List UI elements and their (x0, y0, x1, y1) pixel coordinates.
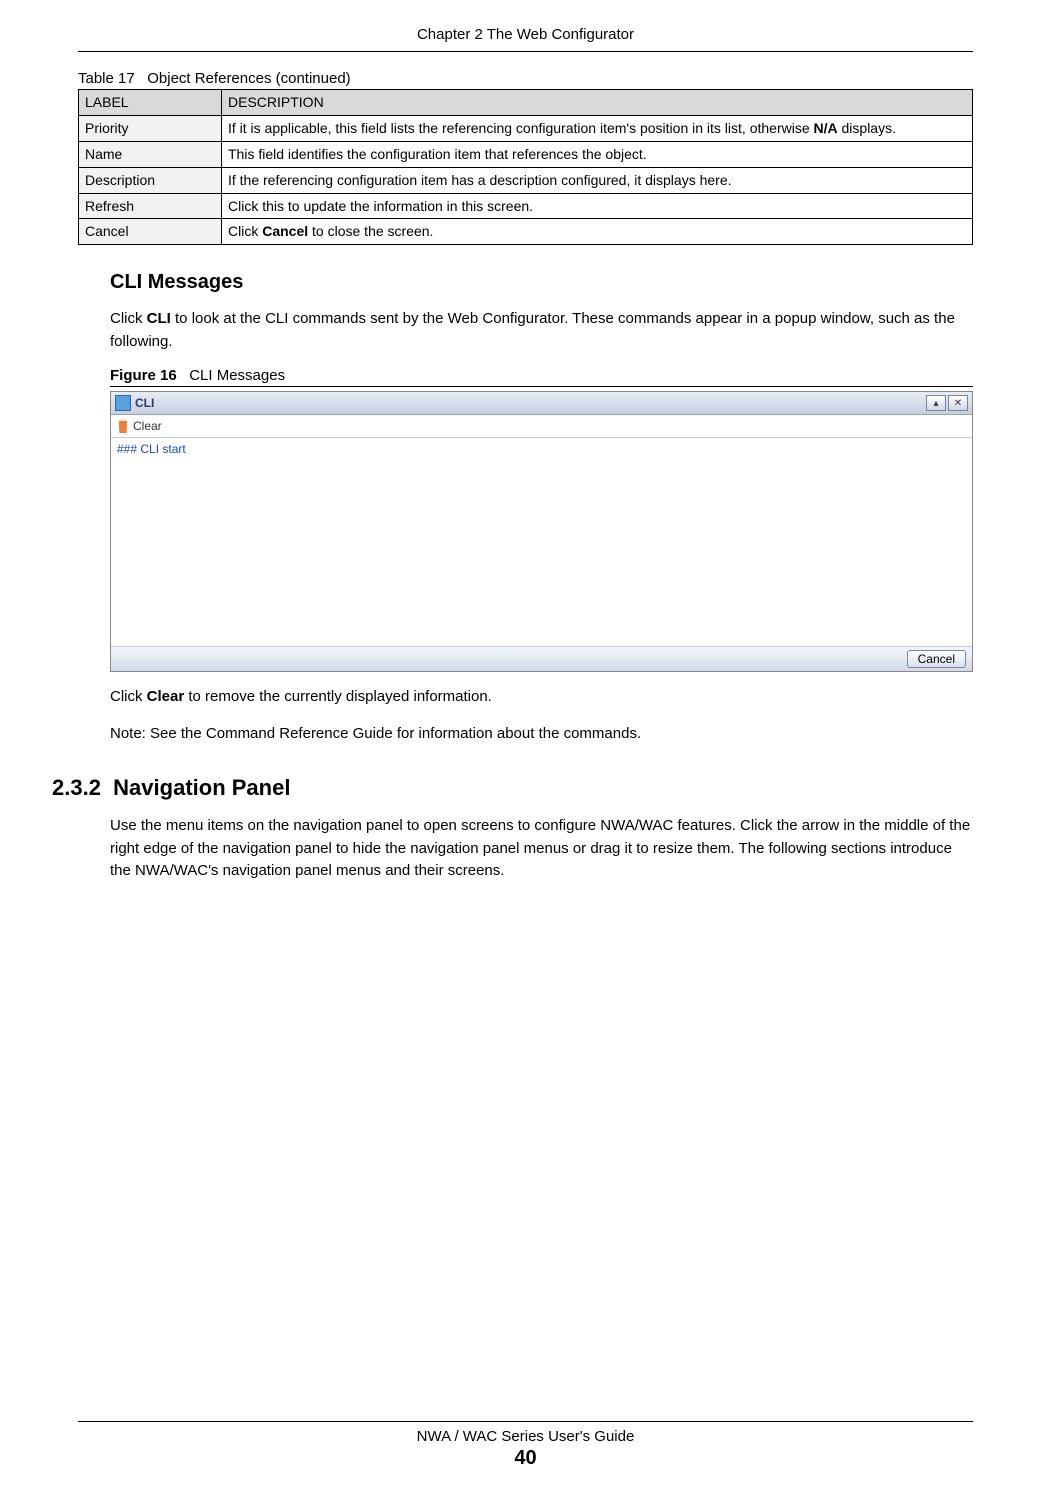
nav-section-paragraph: Use the menu items on the navigation pan… (110, 815, 973, 883)
cli-titlebar: CLI ▴ ✕ (111, 392, 972, 415)
table-row: Description If the referencing configura… (79, 167, 973, 193)
cell-description: If it is applicable, this field lists th… (222, 115, 973, 141)
cli-clear-button[interactable]: Clear (111, 415, 972, 438)
footer-title: NWA / WAC Series User's Guide (0, 1428, 1051, 1445)
trash-icon (117, 419, 129, 433)
close-button[interactable]: ✕ (948, 395, 968, 411)
cli-line: ### CLI start (117, 442, 186, 456)
cell-label: Cancel (79, 219, 222, 245)
cli-window: CLI ▴ ✕ Clear ### CLI start Cancel (110, 391, 973, 672)
table-caption: Table 17 Object References (continued) (78, 70, 973, 87)
cell-description: If the referencing configuration item ha… (222, 167, 973, 193)
cell-description: Click this to update the information in … (222, 193, 973, 219)
table-row: Refresh Click this to update the informa… (79, 193, 973, 219)
cli-window-title: CLI (135, 396, 154, 410)
cli-title-icon (115, 395, 131, 411)
cli-output: ### CLI start (111, 438, 972, 647)
th-label: LABEL (79, 90, 222, 116)
table-header-row: LABEL DESCRIPTION (79, 90, 973, 116)
nav-section-heading: 2.3.2 Navigation Panel (52, 775, 973, 801)
table-row: Priority If it is applicable, this field… (79, 115, 973, 141)
th-description: DESCRIPTION (222, 90, 973, 116)
cli-after-paragraph: Click Clear to remove the currently disp… (110, 686, 973, 709)
table-row: Cancel Click Cancel to close the screen. (79, 219, 973, 245)
footer-page-number: 40 (0, 1447, 1051, 1470)
cli-intro-paragraph: Click CLI to look at the CLI commands se… (110, 308, 973, 353)
cli-statusbar: Cancel (111, 647, 972, 671)
clear-label: Clear (133, 419, 162, 433)
page-footer: NWA / WAC Series User's Guide 40 (0, 1421, 1051, 1470)
table-row: Name This field identifies the configura… (79, 141, 973, 167)
page-header: Chapter 2 The Web Configurator (0, 0, 1051, 43)
cli-messages-heading: CLI Messages (110, 271, 973, 294)
footer-rule (78, 1421, 973, 1422)
cell-description: Click Cancel to close the screen. (222, 219, 973, 245)
cell-description: This field identifies the configuration … (222, 141, 973, 167)
cell-label: Description (79, 167, 222, 193)
cell-label: Priority (79, 115, 222, 141)
collapse-button[interactable]: ▴ (926, 395, 946, 411)
object-references-table: LABEL DESCRIPTION Priority If it is appl… (78, 89, 973, 245)
cli-note: Note: See the Command Reference Guide fo… (110, 723, 973, 746)
figure-caption: Figure 16 CLI Messages (110, 367, 973, 387)
cell-label: Refresh (79, 193, 222, 219)
cell-label: Name (79, 141, 222, 167)
chapter-title: Chapter 2 The Web Configurator (417, 26, 634, 43)
cli-cancel-button[interactable]: Cancel (907, 650, 966, 668)
